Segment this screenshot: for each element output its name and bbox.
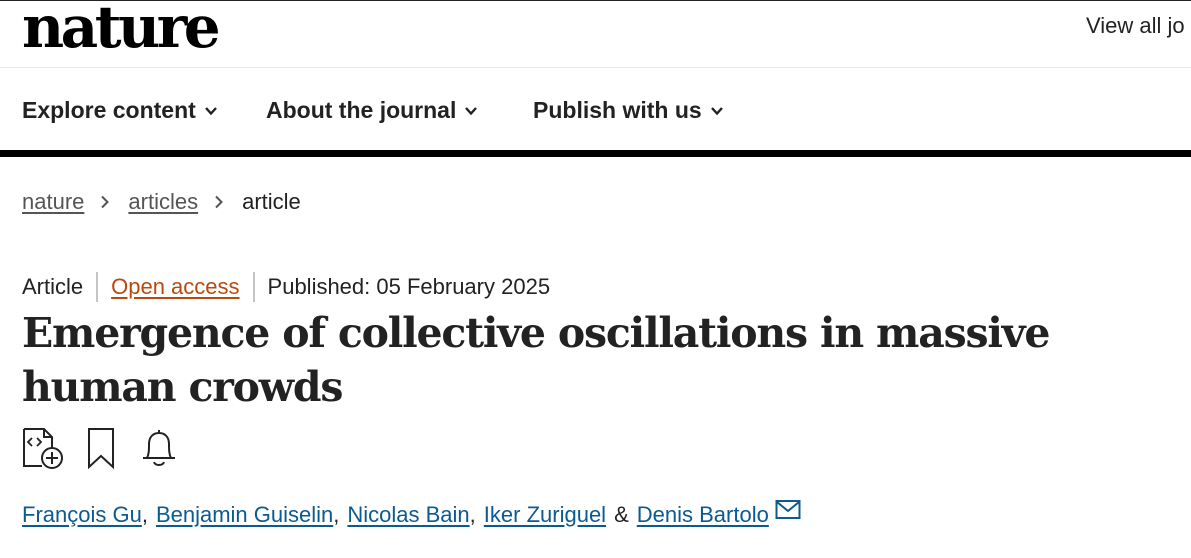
main-nav: Explore content About the journal Publis… <box>0 68 1191 158</box>
author-separator: , <box>333 502 340 527</box>
nav-publish-with-us[interactable]: Publish with us <box>533 97 724 124</box>
chevron-down-icon <box>204 106 217 115</box>
email-icon[interactable] <box>775 499 801 521</box>
article-title: Emergence of collective oscillations in … <box>22 309 1050 411</box>
published-date: Published: 05 February 2025 <box>267 274 551 299</box>
breadcrumb-current: article <box>242 189 301 214</box>
author-list: François Gu, Benjamin Guiselin, Nicolas … <box>22 499 801 528</box>
chevron-down-icon <box>710 106 723 115</box>
nav-label: Explore content <box>22 97 196 123</box>
cite-icon[interactable] <box>22 426 64 470</box>
article-tools <box>22 426 180 470</box>
nav-label: Publish with us <box>533 97 702 123</box>
author-separator: , <box>469 502 476 527</box>
nature-logo[interactable]: nature <box>22 0 221 57</box>
author-link[interactable]: Nicolas Bain <box>347 502 469 528</box>
author-ampersand: & <box>614 502 629 527</box>
chevron-down-icon <box>465 106 478 115</box>
open-access-link[interactable]: Open access <box>111 274 239 300</box>
chevron-right-icon <box>215 195 223 209</box>
meta-divider <box>252 272 255 302</box>
nav-explore-content[interactable]: Explore content <box>22 97 218 124</box>
author-link[interactable]: Denis Bartolo <box>637 502 769 528</box>
meta-divider <box>96 272 99 302</box>
nav-about-journal[interactable]: About the journal <box>266 97 478 124</box>
author-link[interactable]: Iker Zuriguel <box>484 502 606 528</box>
chevron-right-icon <box>101 195 110 209</box>
nav-label: About the journal <box>266 97 457 123</box>
author-link[interactable]: François Gu <box>22 502 142 528</box>
nav-divider-bar <box>0 150 1191 157</box>
article-meta: Article Open access Published: 05 Februa… <box>22 272 550 302</box>
breadcrumb: nature articles article <box>22 189 301 215</box>
breadcrumb-articles[interactable]: articles <box>128 189 198 215</box>
view-all-journals-link[interactable]: View all jo <box>1086 13 1185 39</box>
author-separator: , <box>141 502 148 527</box>
site-header: nature View all jo <box>0 0 1191 68</box>
bookmark-icon[interactable] <box>80 426 122 470</box>
article-type: Article <box>22 274 84 299</box>
breadcrumb-nature[interactable]: nature <box>22 189 84 215</box>
author-link[interactable]: Benjamin Guiselin <box>156 502 333 528</box>
alert-bell-icon[interactable] <box>138 426 180 470</box>
